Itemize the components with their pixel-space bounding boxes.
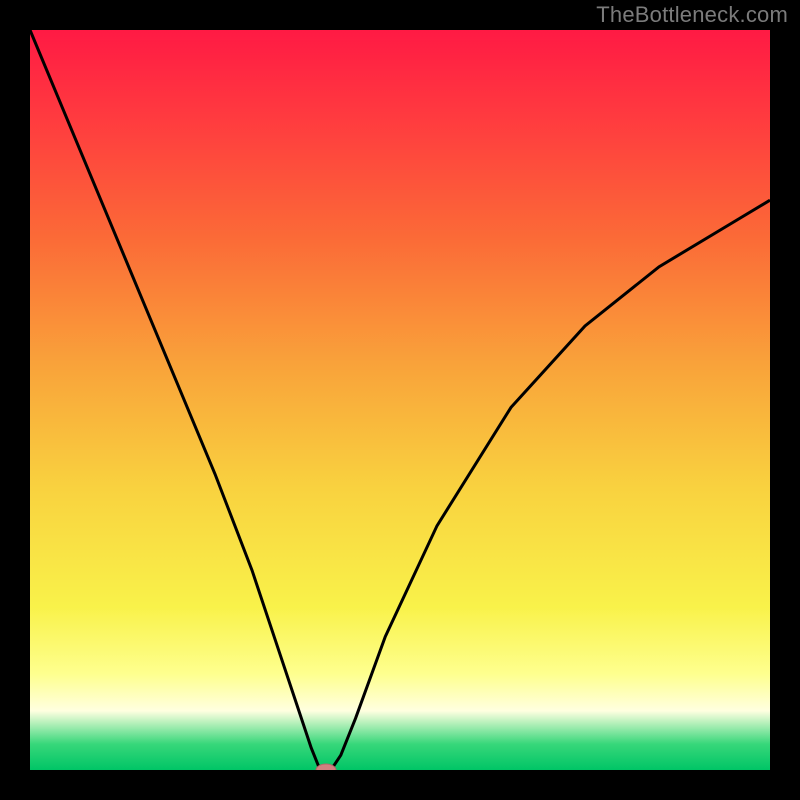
plot-background [30,30,770,770]
bottleneck-chart [0,0,800,800]
frame-right [770,0,800,800]
frame-left [0,0,30,800]
watermark-label: TheBottleneck.com [596,2,788,28]
frame-bottom [0,770,800,800]
chart-container: TheBottleneck.com [0,0,800,800]
